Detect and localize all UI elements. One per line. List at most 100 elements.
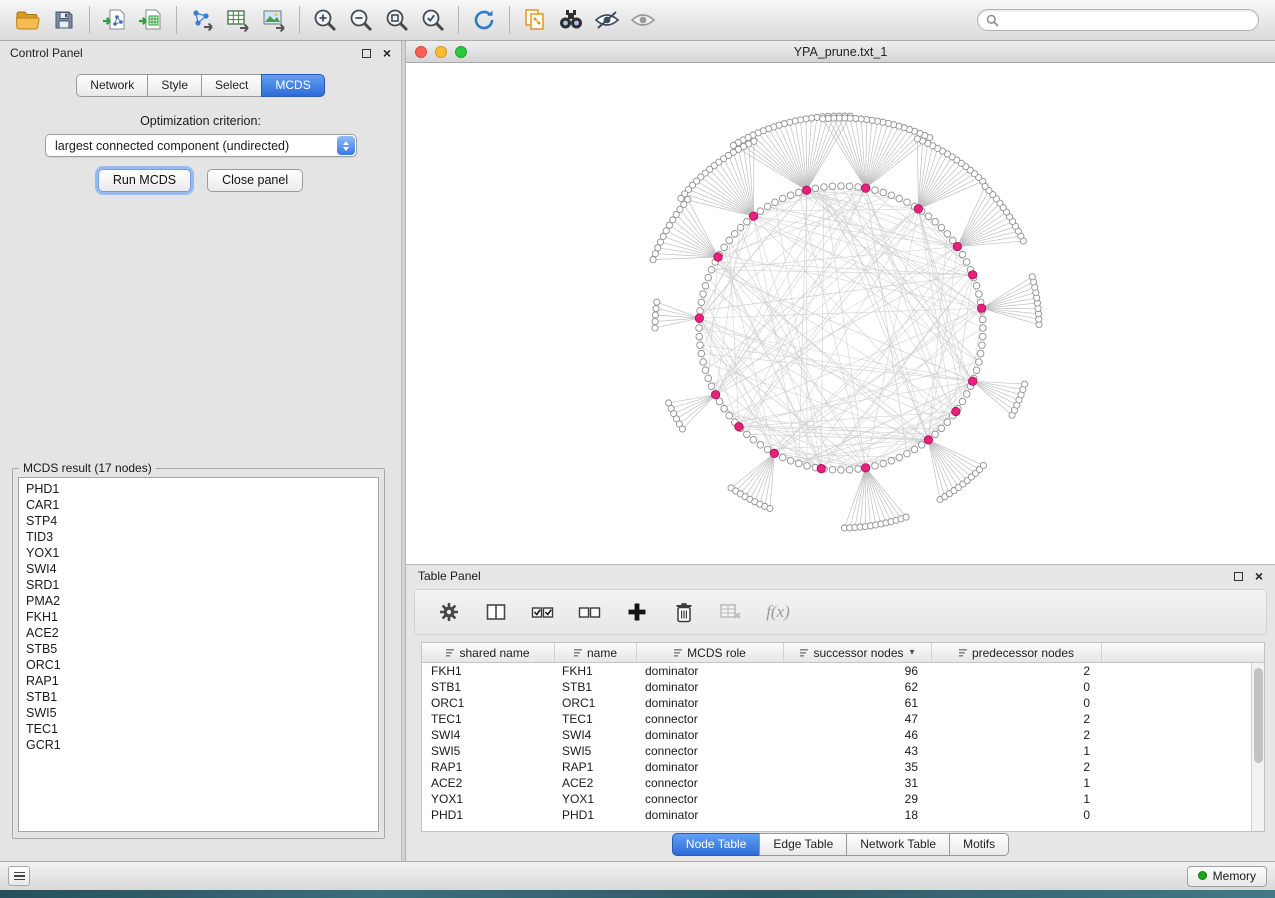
table-cell: YOX1 [555, 791, 637, 807]
mcds-result-item[interactable]: FKH1 [26, 609, 378, 625]
mcds-result-item[interactable]: PMA2 [26, 593, 378, 609]
network-canvas[interactable] [406, 63, 1275, 564]
table-cell: FKH1 [422, 663, 555, 679]
search-icon [986, 14, 999, 27]
table-row[interactable]: PHD1PHD1dominator180 [422, 807, 1251, 823]
trash-icon [674, 601, 694, 624]
table-cell: dominator [637, 679, 784, 695]
checked-boxes-icon [531, 601, 555, 623]
table-row[interactable]: RAP1RAP1dominator352 [422, 759, 1251, 775]
select-all-columns-button[interactable] [529, 598, 557, 626]
table-row[interactable]: STB1STB1dominator620 [422, 679, 1251, 695]
table-row[interactable]: ORC1ORC1dominator610 [422, 695, 1251, 711]
close-panel-button[interactable]: Close panel [207, 169, 303, 192]
zoom-fit-icon [383, 6, 411, 34]
mcds-result-item[interactable]: ACE2 [26, 625, 378, 641]
tab-select[interactable]: Select [201, 74, 262, 97]
run-mcds-button[interactable]: Run MCDS [98, 169, 191, 192]
table-scrollbar-thumb[interactable] [1254, 668, 1263, 763]
mcds-result-item[interactable]: STP4 [26, 513, 378, 529]
tab-edge-table[interactable]: Edge Table [759, 833, 847, 856]
table-cell-filler [1102, 791, 1251, 807]
mcds-result-item[interactable]: RAP1 [26, 673, 378, 689]
tab-style[interactable]: Style [147, 74, 202, 97]
copy-network-button[interactable] [517, 3, 553, 37]
hide-selected-button[interactable] [589, 3, 625, 37]
import-table-from-file-button[interactable] [133, 3, 169, 37]
memory-button[interactable]: Memory [1187, 866, 1267, 887]
add-column-button[interactable] [623, 598, 651, 626]
column-header-successor-nodes[interactable]: successor nodes ▾ [784, 643, 932, 662]
mcds-result-item[interactable]: GCR1 [26, 737, 378, 753]
zoom-in-button[interactable] [307, 3, 343, 37]
export-image-button[interactable] [256, 3, 292, 37]
close-table-panel-icon[interactable]: × [1255, 569, 1263, 583]
delete-table-button[interactable] [717, 598, 745, 626]
column-header-mcds-role[interactable]: MCDS role [637, 643, 784, 662]
table-row[interactable]: SWI5SWI5connector431 [422, 743, 1251, 759]
first-neighbors-button[interactable] [553, 3, 589, 37]
table-cell: dominator [637, 807, 784, 823]
tab-network[interactable]: Network [76, 74, 148, 97]
mcds-result-item[interactable]: SWI4 [26, 561, 378, 577]
table-cell: 43 [784, 743, 932, 759]
table-settings-button[interactable] [435, 598, 463, 626]
task-history-button[interactable] [8, 866, 30, 886]
mcds-result-item[interactable]: SRD1 [26, 577, 378, 593]
table-row[interactable]: ACE2ACE2connector311 [422, 775, 1251, 791]
table-cell: 2 [932, 711, 1102, 727]
function-builder-button[interactable]: f(x) [764, 598, 792, 626]
column-header-predecessor-nodes[interactable]: predecessor nodes [932, 643, 1102, 662]
search-input[interactable] [1004, 13, 1250, 27]
table-cell: 18 [784, 807, 932, 823]
deselect-all-columns-button[interactable] [576, 598, 604, 626]
open-file-button[interactable] [10, 3, 46, 37]
refresh-view-button[interactable] [466, 3, 502, 37]
mcds-result-item[interactable]: PHD1 [26, 481, 378, 497]
mcds-result-item[interactable]: YOX1 [26, 545, 378, 561]
application-window: Control Panel × Network Style Select MCD… [0, 0, 1275, 898]
delete-column-button[interactable] [670, 598, 698, 626]
table-row[interactable]: SWI4SWI4dominator462 [422, 727, 1251, 743]
column-header-shared-name[interactable]: shared name [422, 643, 555, 662]
export-table-button[interactable] [220, 3, 256, 37]
table-cell: ACE2 [555, 775, 637, 791]
mcds-result-item[interactable]: TEC1 [26, 721, 378, 737]
search-box[interactable] [977, 9, 1259, 31]
control-panel-title: Control Panel [10, 46, 83, 60]
table-cell: 96 [784, 663, 932, 679]
table-scrollbar[interactable] [1251, 663, 1264, 831]
show-columns-button[interactable] [482, 598, 510, 626]
mcds-result-item[interactable]: STB1 [26, 689, 378, 705]
tab-mcds[interactable]: MCDS [261, 74, 324, 97]
table-cell: STB1 [422, 679, 555, 695]
mcds-result-item[interactable]: TID3 [26, 529, 378, 545]
zoom-fit-content-button[interactable] [379, 3, 415, 37]
zoom-selected-button[interactable] [415, 3, 451, 37]
mcds-result-item[interactable]: STB5 [26, 641, 378, 657]
tab-node-table[interactable]: Node Table [672, 833, 761, 856]
table-cell: 2 [932, 727, 1102, 743]
import-network-from-file-button[interactable] [97, 3, 133, 37]
mcds-result-list[interactable]: PHD1CAR1STP4TID3YOX1SWI4SRD1PMA2FKH1ACE2… [18, 477, 379, 832]
table-cell: 1 [932, 775, 1102, 791]
tab-motifs[interactable]: Motifs [949, 833, 1009, 856]
table-row[interactable]: TEC1TEC1connector472 [422, 711, 1251, 727]
export-network-button[interactable] [184, 3, 220, 37]
control-panel-header: Control Panel × [0, 41, 401, 65]
show-all-button[interactable] [625, 3, 661, 37]
float-panel-icon[interactable] [362, 49, 371, 58]
table-row[interactable]: FKH1FKH1dominator962 [422, 663, 1251, 679]
table-row[interactable]: YOX1YOX1connector291 [422, 791, 1251, 807]
zoom-out-button[interactable] [343, 3, 379, 37]
save-session-button[interactable] [46, 3, 82, 37]
float-table-panel-icon[interactable] [1234, 572, 1243, 581]
column-header-name[interactable]: name [555, 643, 637, 662]
mcds-result-item[interactable]: SWI5 [26, 705, 378, 721]
tab-network-table[interactable]: Network Table [846, 833, 950, 856]
mcds-result-item[interactable]: CAR1 [26, 497, 378, 513]
close-panel-icon[interactable]: × [383, 46, 391, 60]
mcds-result-item[interactable]: ORC1 [26, 657, 378, 673]
criterion-dropdown[interactable]: largest connected component (undirected) [45, 134, 357, 157]
table-cell: PHD1 [422, 807, 555, 823]
